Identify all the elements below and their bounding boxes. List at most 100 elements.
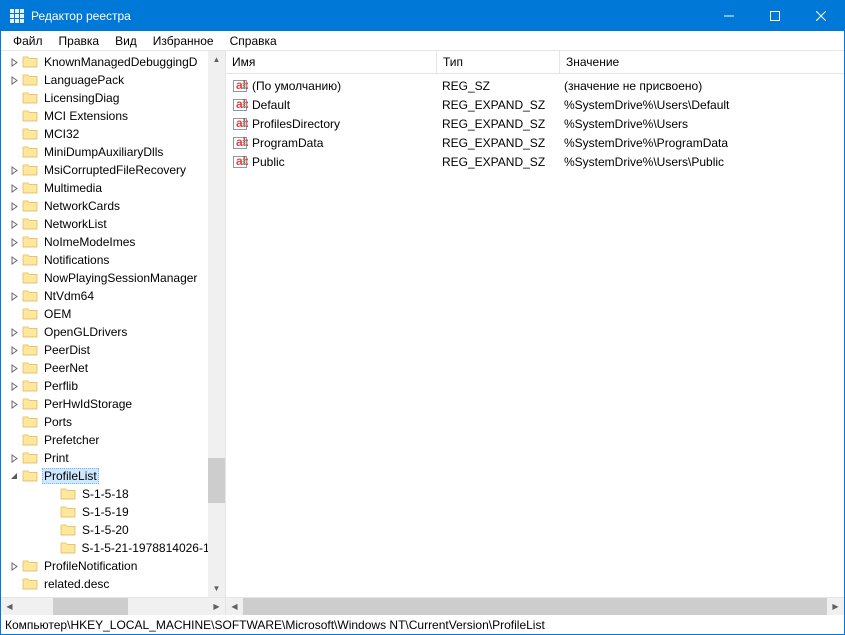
close-button[interactable]	[798, 1, 844, 31]
menu-edit[interactable]: Правка	[51, 32, 108, 50]
svg-text:ab: ab	[236, 78, 248, 92]
tree-item[interactable]: NetworkCards	[1, 197, 225, 215]
tree-item[interactable]: MCI Extensions	[1, 107, 225, 125]
tree-item-label: related.desc	[42, 577, 111, 591]
scroll-thumb[interactable]	[53, 598, 128, 615]
tree-item[interactable]: NetworkList	[1, 215, 225, 233]
expand-icon[interactable]	[9, 220, 20, 229]
expand-icon[interactable]	[9, 256, 20, 265]
scroll-left-button[interactable]: ◀	[1, 598, 18, 615]
tree-item[interactable]: related.desc	[1, 575, 225, 593]
tree-item-label: NoImeModeImes	[42, 235, 137, 249]
tree-item[interactable]: MiniDumpAuxiliaryDlls	[1, 143, 225, 161]
tree-item[interactable]: KnownManagedDebuggingD	[1, 53, 225, 71]
tree-item[interactable]: S-1-5-21-1978814026-129	[1, 539, 225, 557]
tree-item-label: MCI32	[42, 127, 81, 141]
tree-item[interactable]: Multimedia	[1, 179, 225, 197]
scroll-thumb[interactable]	[208, 458, 225, 503]
tree-item[interactable]: LanguagePack	[1, 71, 225, 89]
tree-item[interactable]: MCI32	[1, 125, 225, 143]
menu-view[interactable]: Вид	[107, 32, 145, 50]
list-row[interactable]: abProfilesDirectoryREG_EXPAND_SZ%SystemD…	[226, 114, 844, 133]
scroll-thumb[interactable]	[243, 598, 827, 615]
column-header-type[interactable]: Тип	[437, 51, 559, 73]
list-row[interactable]: ab(По умолчанию)REG_SZ(значение не присв…	[226, 76, 844, 95]
cell-type: REG_EXPAND_SZ	[436, 117, 558, 131]
menu-help[interactable]: Справка	[222, 32, 285, 50]
string-value-icon: ab	[232, 154, 248, 170]
tree-scroll: KnownManagedDebuggingDLanguagePackLicens…	[1, 51, 225, 597]
scroll-right-button[interactable]: ▶	[208, 598, 225, 615]
tree-item[interactable]: PerHwIdStorage	[1, 395, 225, 413]
tree-vertical-scrollbar[interactable]: ▲ ▼	[208, 51, 225, 597]
tree-item[interactable]: Print	[1, 449, 225, 467]
column-header-name[interactable]: Имя	[226, 51, 436, 73]
expand-icon[interactable]	[9, 364, 20, 373]
tree-item[interactable]: NowPlayingSessionManager	[1, 269, 225, 287]
tree-item-label: ProfileNotification	[42, 559, 139, 573]
tree-panel: KnownManagedDebuggingDLanguagePackLicens…	[1, 51, 226, 614]
tree-item[interactable]: Perflib	[1, 377, 225, 395]
folder-icon	[22, 288, 40, 304]
expand-icon[interactable]	[9, 382, 20, 391]
maximize-button[interactable]	[752, 1, 798, 31]
scroll-track[interactable]	[18, 598, 208, 615]
list-body: ab(По умолчанию)REG_SZ(значение не присв…	[226, 74, 844, 597]
scroll-left-button[interactable]: ◀	[226, 598, 243, 615]
tree-item[interactable]: PeerNet	[1, 359, 225, 377]
tree-item[interactable]: NtVdm64	[1, 287, 225, 305]
menu-file[interactable]: Файл	[5, 32, 51, 50]
folder-icon	[22, 342, 40, 358]
cell-value: %SystemDrive%\ProgramData	[558, 136, 844, 150]
tree-item-label: Perflib	[42, 379, 80, 393]
expand-icon[interactable]	[9, 292, 20, 301]
tree-item[interactable]: NoImeModeImes	[1, 233, 225, 251]
tree-item[interactable]: MsiCorruptedFileRecovery	[1, 161, 225, 179]
expand-icon[interactable]	[9, 346, 20, 355]
tree-item[interactable]: Ports	[1, 413, 225, 431]
window-title: Редактор реестра	[31, 9, 706, 23]
tree-item[interactable]: ProfileNotification	[1, 557, 225, 575]
menu-favorites[interactable]: Избранное	[145, 32, 222, 50]
folder-icon	[22, 216, 40, 232]
collapse-icon[interactable]	[9, 472, 20, 481]
tree-item[interactable]: OEM	[1, 305, 225, 323]
tree-item[interactable]: PeerDist	[1, 341, 225, 359]
folder-icon	[22, 414, 40, 430]
minimize-button[interactable]	[706, 1, 752, 31]
expand-icon[interactable]	[9, 58, 20, 67]
expand-icon[interactable]	[9, 562, 20, 571]
tree-item[interactable]: S-1-5-18	[1, 485, 225, 503]
tree-item[interactable]: ProfileList	[1, 467, 225, 485]
list-row[interactable]: abProgramDataREG_EXPAND_SZ%SystemDrive%\…	[226, 133, 844, 152]
scroll-right-button[interactable]: ▶	[827, 598, 844, 615]
tree-item[interactable]: Notifications	[1, 251, 225, 269]
svg-text:ab: ab	[236, 116, 248, 130]
list-horizontal-scrollbar[interactable]: ◀ ▶	[226, 597, 844, 614]
tree-item-label: PeerDist	[42, 343, 92, 357]
tree-item[interactable]: S-1-5-19	[1, 503, 225, 521]
expand-icon[interactable]	[9, 166, 20, 175]
scroll-track[interactable]	[208, 68, 225, 580]
tree-item[interactable]: S-1-5-20	[1, 521, 225, 539]
expand-icon[interactable]	[9, 328, 20, 337]
tree-item[interactable]: Prefetcher	[1, 431, 225, 449]
cell-value: %SystemDrive%\Users\Default	[558, 98, 844, 112]
list-row[interactable]: abDefaultREG_EXPAND_SZ%SystemDrive%\User…	[226, 95, 844, 114]
expand-icon[interactable]	[9, 238, 20, 247]
tree-item[interactable]: OpenGLDrivers	[1, 323, 225, 341]
scroll-down-button[interactable]: ▼	[208, 580, 225, 597]
scroll-up-button[interactable]: ▲	[208, 51, 225, 68]
scroll-track[interactable]	[243, 598, 827, 615]
expand-icon[interactable]	[9, 400, 20, 409]
column-header-value[interactable]: Значение	[560, 51, 844, 73]
list-row[interactable]: abPublicREG_EXPAND_SZ%SystemDrive%\Users…	[226, 152, 844, 171]
expand-icon[interactable]	[9, 184, 20, 193]
expand-icon[interactable]	[9, 202, 20, 211]
menubar: Файл Правка Вид Избранное Справка	[1, 31, 844, 51]
cell-name: abDefault	[226, 97, 436, 113]
expand-icon[interactable]	[9, 76, 20, 85]
tree-horizontal-scrollbar[interactable]: ◀ ▶	[1, 597, 225, 614]
expand-icon[interactable]	[9, 454, 20, 463]
tree-item[interactable]: LicensingDiag	[1, 89, 225, 107]
